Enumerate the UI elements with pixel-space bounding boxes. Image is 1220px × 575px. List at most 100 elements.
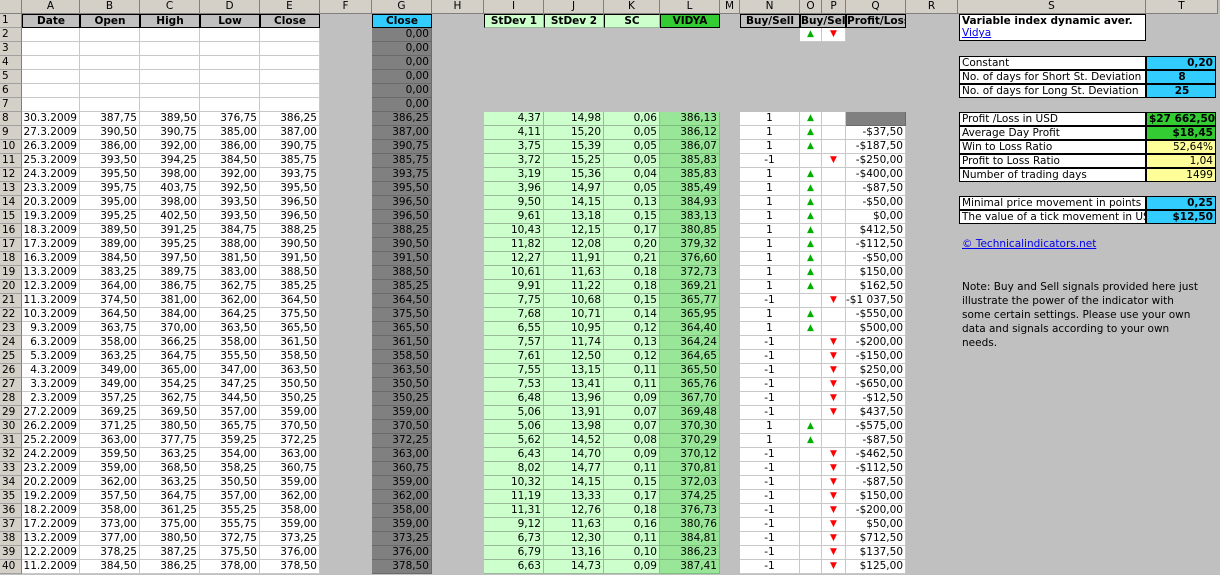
cell-empty[interactable] xyxy=(822,140,846,154)
buysell-cell[interactable]: 1 xyxy=(740,168,800,182)
row-header-5[interactable]: 5 xyxy=(0,70,22,84)
profit-loss-cell[interactable]: -$87,50 xyxy=(846,476,906,490)
cell-empty[interactable] xyxy=(800,350,822,364)
buysell-cell[interactable]: -1 xyxy=(740,504,800,518)
close-cell[interactable]: 390,75 xyxy=(260,140,320,154)
sc-cell[interactable]: 0,21 xyxy=(604,252,660,266)
stdev2-cell[interactable]: 13,96 xyxy=(544,392,604,406)
stdev2-cell[interactable]: 13,33 xyxy=(544,490,604,504)
low-cell[interactable]: 357,00 xyxy=(200,406,260,420)
stdev1-cell[interactable]: 9,91 xyxy=(484,280,544,294)
low-cell[interactable]: 372,75 xyxy=(200,532,260,546)
open-cell[interactable]: 378,25 xyxy=(80,546,140,560)
date-cell[interactable]: 16.3.2009 xyxy=(22,252,80,266)
close-cell[interactable]: 390,50 xyxy=(260,238,320,252)
low-cell[interactable]: 355,50 xyxy=(200,350,260,364)
column-header-g[interactable]: G xyxy=(372,0,432,14)
close-cell[interactable]: 393,75 xyxy=(260,168,320,182)
stdev2-cell[interactable]: 13,91 xyxy=(544,406,604,420)
cell-empty[interactable] xyxy=(822,308,846,322)
cell-empty[interactable] xyxy=(80,98,140,112)
cell-empty[interactable] xyxy=(800,364,822,378)
high-cell[interactable]: 375,00 xyxy=(140,518,200,532)
cell-empty[interactable] xyxy=(800,546,822,560)
cell-empty[interactable] xyxy=(260,84,320,98)
stdev2-cell[interactable]: 13,18 xyxy=(544,210,604,224)
vidya-cell[interactable]: 370,29 xyxy=(660,434,720,448)
column-header-n[interactable]: N xyxy=(740,0,800,14)
vidya-cell[interactable]: 369,48 xyxy=(660,406,720,420)
row-header-17[interactable]: 17 xyxy=(0,238,22,252)
row-header-40[interactable]: 40 xyxy=(0,560,22,574)
close-copy-cell[interactable]: 386,25 xyxy=(372,112,432,126)
stdev2-cell[interactable]: 11,74 xyxy=(544,336,604,350)
close-copy-cell[interactable]: 385,25 xyxy=(372,280,432,294)
close-copy-cell[interactable]: 372,25 xyxy=(372,434,432,448)
row-header-33[interactable]: 33 xyxy=(0,462,22,476)
row-header-6[interactable]: 6 xyxy=(0,84,22,98)
cell-empty[interactable] xyxy=(140,28,200,42)
row-header-37[interactable]: 37 xyxy=(0,518,22,532)
low-cell[interactable]: 354,00 xyxy=(200,448,260,462)
vidya-cell[interactable]: 384,93 xyxy=(660,196,720,210)
stdev1-cell[interactable]: 9,12 xyxy=(484,518,544,532)
profit-loss-cell[interactable]: $50,00 xyxy=(846,518,906,532)
vidya-cell[interactable]: 386,12 xyxy=(660,126,720,140)
profit-loss-cell[interactable]: $712,50 xyxy=(846,532,906,546)
row-header-28[interactable]: 28 xyxy=(0,392,22,406)
stdev2-cell[interactable]: 15,20 xyxy=(544,126,604,140)
sc-cell[interactable]: 0,11 xyxy=(604,364,660,378)
close-copy-cell[interactable]: 375,50 xyxy=(372,308,432,322)
high-cell[interactable]: 387,25 xyxy=(140,546,200,560)
vidya-cell[interactable]: 365,76 xyxy=(660,378,720,392)
stdev2-cell[interactable]: 12,08 xyxy=(544,238,604,252)
open-cell[interactable]: 349,00 xyxy=(80,378,140,392)
close-cell[interactable]: 362,00 xyxy=(260,490,320,504)
vidya-cell[interactable]: 380,85 xyxy=(660,224,720,238)
date-cell[interactable]: 19.3.2009 xyxy=(22,210,80,224)
stdev1-cell[interactable]: 12,27 xyxy=(484,252,544,266)
profit-loss-cell[interactable]: -$187,50 xyxy=(846,140,906,154)
close-copy-cell[interactable]: 361,50 xyxy=(372,336,432,350)
close-copy-cell[interactable]: 388,50 xyxy=(372,266,432,280)
close-copy-cell[interactable]: 396,50 xyxy=(372,210,432,224)
stdev2-cell[interactable]: 15,25 xyxy=(544,154,604,168)
close-cell[interactable]: 358,50 xyxy=(260,350,320,364)
buysell-cell[interactable]: -1 xyxy=(740,364,800,378)
buysell-cell[interactable]: -1 xyxy=(740,406,800,420)
date-cell[interactable]: 26.3.2009 xyxy=(22,140,80,154)
date-cell[interactable]: 17.2.2009 xyxy=(22,518,80,532)
row-header-1[interactable]: 1 xyxy=(0,14,22,28)
column-header-f[interactable]: F xyxy=(320,0,372,14)
close-cell[interactable]: 359,00 xyxy=(260,476,320,490)
date-cell[interactable]: 23.2.2009 xyxy=(22,462,80,476)
low-cell[interactable]: 347,00 xyxy=(200,364,260,378)
row-header-32[interactable]: 32 xyxy=(0,448,22,462)
stdev2-cell[interactable]: 14,52 xyxy=(544,434,604,448)
date-cell[interactable]: 17.3.2009 xyxy=(22,238,80,252)
profit-loss-cell[interactable]: $137,50 xyxy=(846,546,906,560)
high-cell[interactable]: 361,25 xyxy=(140,504,200,518)
high-cell[interactable]: 386,25 xyxy=(140,560,200,574)
cell-empty[interactable] xyxy=(200,56,260,70)
close-copy-cell[interactable]: 358,00 xyxy=(372,504,432,518)
close-cell[interactable]: 373,25 xyxy=(260,532,320,546)
date-cell[interactable]: 30.3.2009 xyxy=(22,112,80,126)
stdev2-cell[interactable]: 10,95 xyxy=(544,322,604,336)
profit-loss-cell[interactable]: -$200,00 xyxy=(846,336,906,350)
close-copy-cell[interactable]: 359,00 xyxy=(372,518,432,532)
cell-empty[interactable] xyxy=(22,42,80,56)
row-header-23[interactable]: 23 xyxy=(0,322,22,336)
date-cell[interactable]: 23.3.2009 xyxy=(22,182,80,196)
buysell-cell[interactable]: -1 xyxy=(740,560,800,574)
stdev1-cell[interactable]: 5,06 xyxy=(484,406,544,420)
stdev1-cell[interactable]: 5,62 xyxy=(484,434,544,448)
low-cell[interactable]: 359,25 xyxy=(200,434,260,448)
stdev1-cell[interactable]: 4,11 xyxy=(484,126,544,140)
profit-loss-cell[interactable]: -$575,00 xyxy=(846,420,906,434)
close-cell[interactable]: 360,75 xyxy=(260,462,320,476)
close-cell[interactable]: 359,00 xyxy=(260,518,320,532)
profit-loss-cell[interactable]: -$650,00 xyxy=(846,378,906,392)
open-cell[interactable]: 363,25 xyxy=(80,350,140,364)
vidya-cell[interactable]: 370,30 xyxy=(660,420,720,434)
